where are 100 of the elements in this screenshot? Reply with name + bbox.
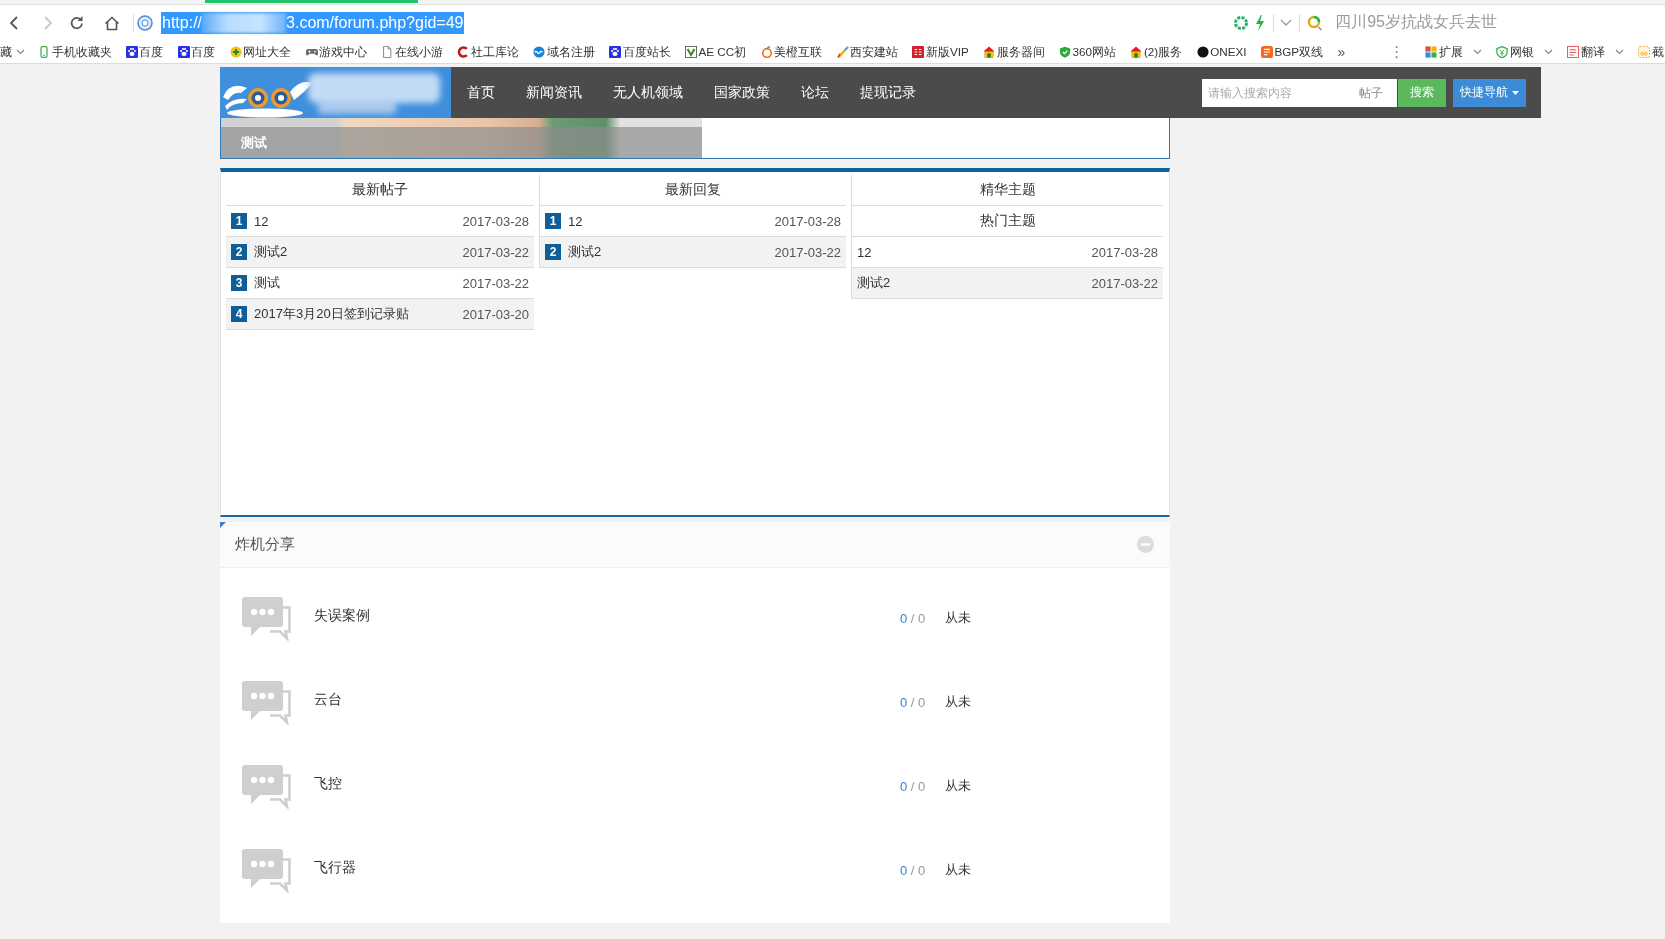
search-icon[interactable] [1307,14,1324,31]
bookmark-link[interactable]: ONEXI [1196,43,1247,60]
forum-stats: 0 / 0 [900,610,926,626]
shield-icon [1496,45,1509,58]
extension-button[interactable]: 网银 [1496,43,1554,60]
search-field[interactable]: 请输入搜索内容 [1202,78,1355,107]
nav-link[interactable]: 国家政策 [698,67,785,118]
shield-icon [1059,45,1072,58]
extension-button[interactable]: 翻译 [1567,43,1625,60]
forum-name-link[interactable]: 飞控 [314,775,342,793]
post-title-link[interactable]: 12 [857,244,872,260]
bookmark-link[interactable]: 在线小游 [381,43,443,60]
extension-button[interactable]: 扩展 [1425,43,1483,60]
rank-badge: 2 [231,244,247,260]
post-title-link[interactable]: 2017年3月20日签到记录贴 [254,305,409,323]
last-post-text: 从未 [945,609,971,627]
bookmark-link[interactable]: 社工库论 [457,43,519,60]
wave-circle-icon [533,45,546,58]
document-icon [381,45,394,58]
last-post-text: 从未 [945,693,971,711]
nav-link[interactable]: 论坛 [785,67,844,118]
chat-bubbles-icon [242,847,292,893]
house-icon [1130,45,1143,58]
bookmark-link[interactable]: 百度 [125,43,164,60]
logo-panel[interactable] [220,67,451,118]
forum-name-link[interactable]: 失误案例 [314,607,370,625]
bookmark-link[interactable]: 新版VIP [912,43,969,60]
list-heading: 最新帖子 [352,181,408,199]
avatar-icon [1196,45,1209,58]
quick-nav-button[interactable]: 快捷导航 [1453,78,1526,107]
post-date: 2017-03-28 [774,213,841,229]
rank-badge: 3 [231,275,247,291]
list-subheading[interactable]: 热门主题 [979,212,1036,230]
bookmark-link[interactable]: 百度 [177,43,216,60]
bookmark-link[interactable]: 网址大全 [229,43,292,60]
post-title-link[interactable]: 测试2 [254,243,288,261]
circle-icon [137,14,153,31]
nav-link[interactable]: 无人机领域 [597,67,698,118]
post-title-link[interactable]: 测试2 [857,274,891,292]
bookmark-link[interactable]: 百度站长 [609,43,671,60]
lined-square-icon [1567,45,1580,58]
bookmark-link[interactable]: 西安建站 [836,43,899,60]
post-date: 2017-03-28 [1091,244,1158,260]
post-date: 2017-03-22 [462,275,529,291]
bookmark-link[interactable]: 服务器间 [983,43,1045,60]
menu-button[interactable]: ⋮ [1389,42,1405,61]
ring-icon[interactable] [1233,14,1250,31]
post-date: 2017-03-20 [462,306,529,322]
tile-icon [685,45,697,58]
list-heading: 最新回复 [665,181,721,199]
post-title-link[interactable]: 12 [568,213,583,229]
post-date: 2017-03-28 [462,213,529,229]
extension-button[interactable]: 截 [1638,43,1664,60]
bookmark-link[interactable]: 360网站 [1059,43,1117,60]
post-title-link[interactable]: 测试 [254,274,280,292]
forum-name-link[interactable]: 飞行器 [314,859,356,877]
dotted-square-icon [1638,45,1651,58]
house-icon [983,45,996,58]
post-title-link[interactable]: 12 [254,213,269,229]
list-heading: 精华主题 [979,181,1036,199]
chat-bubbles-icon [242,679,292,725]
nav-link[interactable]: 提现记录 [844,67,931,118]
rank-badge: 1 [231,213,247,229]
bookmark-link[interactable]: BGP双线 [1260,43,1324,60]
chat-bubbles-icon [242,595,292,641]
nav-link[interactable]: 首页 [451,67,510,118]
post-date: 2017-03-22 [1091,275,1158,291]
reload-icon[interactable] [69,14,85,31]
search-scope-select[interactable]: 帖子 [1355,78,1397,107]
bookmark-link[interactable]: AE CC初 [685,43,747,60]
bookmark-link[interactable]: 藏 [0,43,25,60]
grid-icon [1425,45,1438,58]
bookmark-link[interactable]: 域名注册 [533,43,595,60]
fruit-icon [760,45,773,58]
nav-link[interactable]: 新闻资讯 [510,67,597,118]
chevron-down-icon[interactable] [1280,18,1293,27]
last-post-text: 从未 [945,777,971,795]
tile-icon [1260,45,1273,58]
post-date: 2017-03-22 [462,244,529,260]
forum-stats: 0 / 0 [900,778,926,794]
brush-icon [836,45,849,58]
phone-icon [38,45,50,58]
forum-stats: 0 / 0 [900,694,926,710]
bookmark-link[interactable]: 手机收藏夹 [38,43,112,60]
post-title-link[interactable]: 测试2 [568,243,602,261]
bookmark-link[interactable]: (2)服务 [1130,43,1183,60]
open-ring-icon [457,45,470,58]
chat-bubbles-icon [242,763,292,809]
bookmark-link[interactable]: 美橙互联 [760,43,823,60]
last-post-text: 从未 [945,861,971,879]
home-icon[interactable] [104,14,120,31]
forum-name-link[interactable]: 云台 [314,691,342,709]
lightning-icon[interactable] [1255,14,1266,31]
forum-stats: 0 / 0 [900,862,926,878]
category-title: 炸机分享 [235,535,295,554]
bookmark-link[interactable]: 游戏中心 [305,43,368,60]
more-bookmarks-button[interactable]: » [1337,43,1346,60]
paw-icon [177,45,190,58]
post-date: 2017-03-22 [774,244,841,260]
tile-icon [912,45,925,58]
